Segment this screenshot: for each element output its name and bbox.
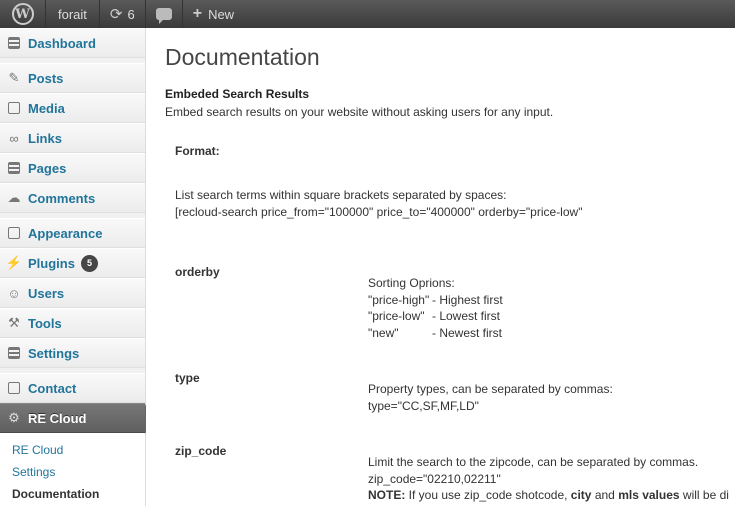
note-label: NOTE: bbox=[368, 488, 406, 502]
updates-count: 6 bbox=[127, 6, 135, 22]
sidebar-item-label: Dashboard bbox=[28, 35, 96, 51]
page-title: Documentation bbox=[165, 44, 320, 70]
sort-option-desc: - Newest first bbox=[432, 325, 503, 340]
sort-option: "price-low" - Lowest first bbox=[368, 308, 503, 325]
link-icon: ∞ bbox=[9, 130, 19, 146]
sort-option-key: "new" bbox=[368, 325, 399, 340]
type-example: type="CC,SF,MF,LD" bbox=[368, 398, 479, 413]
gear-icon: ⚙ bbox=[8, 410, 20, 425]
sidebar-item-label: Links bbox=[28, 130, 62, 146]
orderby-description: Sorting Oprions: "price-high" - Highest … bbox=[368, 275, 503, 341]
format-label: Format: bbox=[175, 144, 220, 158]
plug-icon: ⚡ bbox=[5, 255, 23, 270]
sidebar-item-re-cloud[interactable]: ⚙ RE Cloud bbox=[0, 403, 153, 434]
sidebar-item-label: Media bbox=[28, 100, 65, 116]
sidebar-item-label: Posts bbox=[28, 70, 64, 86]
users-icon: ☺ bbox=[7, 285, 21, 301]
section-description: Embed search results on your website wit… bbox=[165, 105, 554, 119]
param-zip-code: zip_code bbox=[175, 444, 227, 458]
comments-link[interactable] bbox=[146, 0, 183, 28]
pages-icon bbox=[6, 160, 22, 176]
sidebar-item-contact[interactable]: Contact bbox=[0, 373, 145, 403]
media-icon bbox=[6, 100, 22, 116]
appearance-icon bbox=[6, 225, 22, 241]
sort-option-key: "price-low" bbox=[368, 309, 425, 323]
sidebar-item-label: Tools bbox=[28, 315, 62, 331]
new-label: New bbox=[208, 6, 235, 22]
note-city: city bbox=[570, 488, 592, 502]
sidebar-item-users[interactable]: ☺ Users bbox=[0, 278, 145, 308]
note-end: will be di bbox=[679, 488, 729, 502]
dashboard-icon bbox=[6, 35, 22, 51]
comment-icon: ☁ bbox=[7, 190, 21, 205]
wordpress-logo-icon: W bbox=[11, 3, 34, 25]
format-line-1: List search terms within square brackets… bbox=[175, 188, 507, 202]
plus-icon: + bbox=[192, 5, 203, 22]
sidebar-item-tools[interactable]: ⚒ Tools bbox=[0, 308, 145, 338]
format-shortcode-example: [recloud-search price_from="100000" pric… bbox=[175, 205, 583, 219]
tools-icon: ⚒ bbox=[8, 315, 20, 330]
note-text: If you use zip_code shotcode, bbox=[405, 488, 571, 502]
submenu-item-re-cloud[interactable]: RE Cloud bbox=[0, 439, 145, 461]
note-mls: mls values bbox=[618, 488, 680, 502]
sidebar-item-pages[interactable]: Pages bbox=[0, 153, 145, 183]
sort-option-desc: - Lowest first bbox=[432, 309, 501, 323]
sidebar-item-comments[interactable]: ☁ Comments bbox=[0, 183, 145, 213]
sidebar-item-label: Plugins bbox=[28, 255, 75, 271]
type-description: Property types, can be separated by comm… bbox=[368, 381, 613, 414]
sidebar-item-links[interactable]: ∞ Links bbox=[0, 123, 145, 153]
contact-icon bbox=[6, 380, 22, 396]
param-type: type bbox=[175, 371, 200, 385]
sidebar-item-label: RE Cloud bbox=[28, 410, 87, 426]
type-line-1: Property types, can be separated by comm… bbox=[368, 382, 613, 396]
sidebar-item-appearance[interactable]: Appearance bbox=[0, 218, 145, 248]
submenu-item-settings[interactable]: Settings bbox=[0, 461, 145, 483]
wp-logo-menu[interactable]: W bbox=[0, 0, 46, 28]
admin-bar: W forait ⟳ 6 + New bbox=[0, 0, 735, 28]
sidebar-item-label: Settings bbox=[28, 345, 80, 361]
format-description: List search terms within square brackets… bbox=[175, 187, 582, 221]
orderby-heading: Sorting Oprions: bbox=[368, 276, 455, 290]
new-content-link[interactable]: + New bbox=[183, 0, 244, 28]
sidebar-item-media[interactable]: Media bbox=[0, 93, 145, 123]
sidebar-item-label: Comments bbox=[28, 190, 96, 206]
sidebar-item-plugins[interactable]: ⚡ Plugins 5 bbox=[0, 248, 145, 278]
sort-option-desc: - Highest first bbox=[432, 292, 503, 307]
admin-sidebar: Dashboard ✎ Posts Media ∞ Links Pages ☁ … bbox=[0, 28, 153, 506]
plugins-update-badge: 5 bbox=[80, 254, 98, 272]
refresh-icon: ⟳ bbox=[109, 6, 123, 23]
zip-code-description: Limit the search to the zipcode, can be … bbox=[368, 454, 729, 504]
re-cloud-submenu: RE Cloud Settings Documentation bbox=[0, 433, 145, 506]
submenu-item-documentation[interactable]: Documentation bbox=[0, 483, 145, 505]
main-content: Documentation Embeded Search Results Emb… bbox=[146, 28, 735, 506]
sidebar-item-dashboard[interactable]: Dashboard bbox=[0, 28, 145, 58]
zip-code-note: NOTE: If you use zip_code shotcode, city… bbox=[368, 487, 729, 504]
note-and: and bbox=[591, 488, 619, 502]
comment-icon bbox=[155, 8, 172, 24]
sidebar-item-label: Users bbox=[28, 285, 65, 301]
sort-option: "new" - Newest first bbox=[368, 325, 503, 342]
param-orderby: orderby bbox=[175, 265, 220, 279]
settings-icon bbox=[6, 345, 22, 361]
sort-option: "price-high" - Highest first bbox=[368, 292, 503, 309]
sort-option-key: "price-high" bbox=[368, 292, 430, 307]
section-title: Embeded Search Results bbox=[165, 87, 310, 101]
sidebar-item-posts[interactable]: ✎ Posts bbox=[0, 63, 145, 93]
updates-link[interactable]: ⟳ 6 bbox=[100, 0, 146, 28]
zip-code-example: zip_code="02210,02211" bbox=[368, 471, 501, 486]
zip-code-line-1: Limit the search to the zipcode, can be … bbox=[368, 455, 699, 469]
sidebar-item-label: Pages bbox=[28, 160, 67, 176]
sidebar-item-settings[interactable]: Settings bbox=[0, 338, 145, 368]
pin-icon: ✎ bbox=[8, 70, 20, 85]
sidebar-item-label: Contact bbox=[28, 380, 77, 396]
site-name-link[interactable]: forait bbox=[46, 0, 100, 28]
sidebar-item-label: Appearance bbox=[28, 225, 103, 241]
